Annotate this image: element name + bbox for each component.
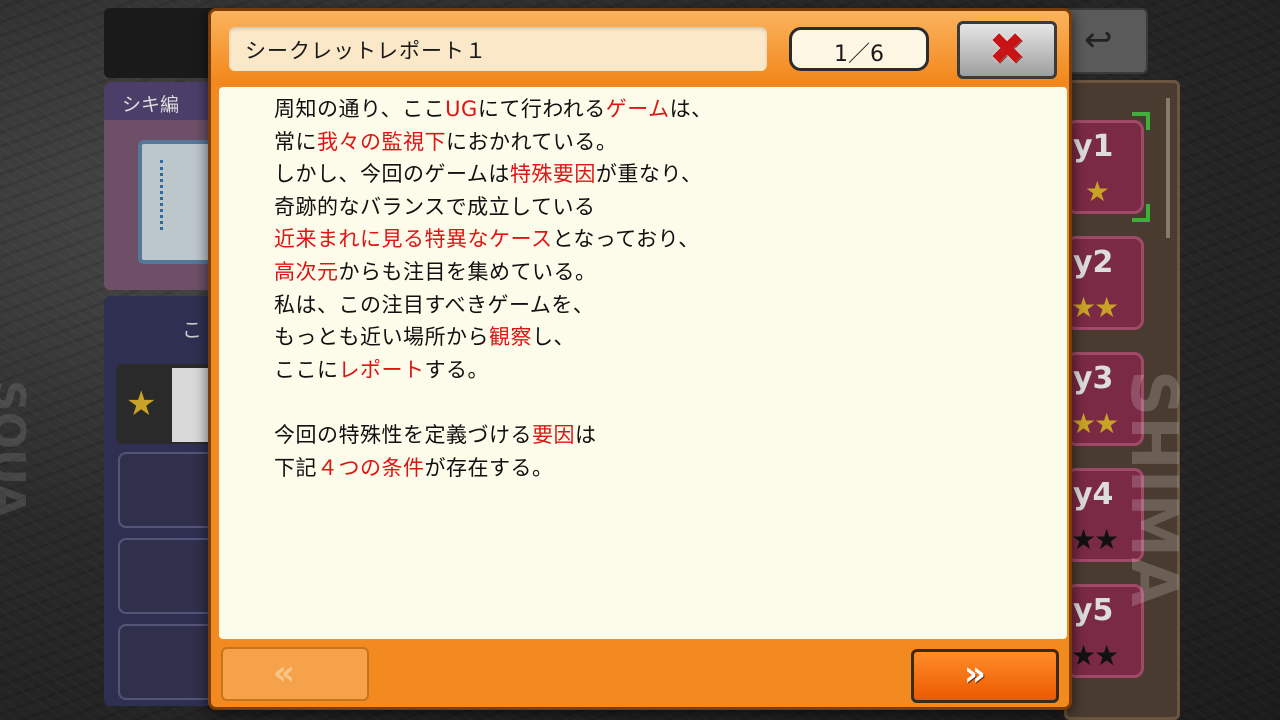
left-list-button[interactable] bbox=[118, 452, 214, 528]
chapter-card-dots bbox=[160, 160, 203, 230]
day-list-scrollbar[interactable] bbox=[1166, 98, 1170, 238]
dialog-title: シークレットレポート１ bbox=[245, 39, 487, 63]
report-text: が存在する。 bbox=[424, 455, 554, 480]
selection-corner bbox=[1132, 112, 1150, 130]
report-text: ここに bbox=[274, 357, 339, 382]
day-item-1[interactable]: y1 ★ bbox=[1066, 120, 1144, 214]
report-text: する。 bbox=[424, 357, 489, 382]
report-line: 近来まれに見る特異なケースとなっており、 bbox=[274, 223, 700, 253]
day-label: y2 bbox=[1073, 245, 1114, 280]
report-text: 下記 bbox=[274, 455, 317, 480]
highlight-text: 要因 bbox=[532, 423, 575, 447]
left-panel-label: こ bbox=[182, 318, 202, 342]
double-chevron-right-icon: » bbox=[964, 654, 986, 694]
report-text: におかれている。 bbox=[446, 129, 618, 154]
report-line: 高次元からも注目を集めている。 bbox=[274, 256, 597, 286]
star-icon: ★★ bbox=[1071, 291, 1119, 324]
highlight-text: レポート bbox=[338, 357, 425, 382]
report-text: は bbox=[575, 423, 597, 447]
day-label: y5 bbox=[1073, 593, 1114, 628]
highlight-text: UG bbox=[445, 97, 478, 121]
game-logo: ƐЛ bbox=[104, 8, 281, 78]
report-text: もっとも近い場所から bbox=[274, 325, 489, 350]
highlight-text: 近来まれに見る特異なケース bbox=[274, 227, 553, 252]
report-line: ここにレポートする。 bbox=[274, 354, 489, 384]
selection-corner bbox=[1132, 204, 1150, 222]
prev-page-button[interactable]: « bbox=[221, 647, 369, 701]
report-text: にて行われる bbox=[477, 97, 606, 121]
report-line: もっとも近い場所から観察し、 bbox=[274, 321, 575, 351]
day-label: y4 bbox=[1073, 477, 1114, 512]
left-list-button[interactable] bbox=[118, 538, 214, 614]
close-button[interactable]: ✖ bbox=[957, 21, 1057, 79]
day-label: y1 bbox=[1073, 129, 1114, 164]
page-indicator-text: 1／6 bbox=[834, 42, 884, 67]
secret-report-dialog: シークレットレポート１ 1／6 ✖ 周知の通り、ここUGにて行われるゲームは、常… bbox=[208, 8, 1072, 710]
star-icon: ★★ bbox=[1071, 523, 1119, 556]
day-label: y3 bbox=[1073, 361, 1114, 396]
report-text: し、 bbox=[532, 325, 575, 350]
highlight-text: ４つの条件 bbox=[317, 455, 425, 480]
background-watermark: SHIMA bbox=[1116, 370, 1190, 607]
report-line: 常に我々の監視下におかれている。 bbox=[274, 126, 617, 156]
highlight-text: 特殊要因 bbox=[509, 162, 596, 187]
report-text: が重なり、 bbox=[595, 162, 703, 187]
report-text: からも注目を集めている。 bbox=[338, 260, 597, 284]
next-page-button[interactable]: » bbox=[911, 649, 1059, 703]
chapter-tab[interactable]: シキ編 bbox=[104, 82, 214, 120]
report-text: は、 bbox=[669, 97, 713, 121]
report-text: 周知の通り、ここ bbox=[274, 97, 446, 121]
report-line: 奇跡的なバランスで成立している bbox=[274, 191, 595, 221]
report-line: 私は、この注目すべきゲームを、 bbox=[274, 289, 594, 319]
back-arrow-icon: ↩ bbox=[1084, 20, 1113, 60]
highlight-text: ゲーム bbox=[605, 97, 670, 121]
double-chevron-left-icon: « bbox=[273, 653, 295, 693]
close-x-icon: ✖ bbox=[988, 24, 1026, 75]
highlight-text: 我々の監視下 bbox=[317, 129, 446, 154]
background-watermark: SQUA bbox=[0, 380, 34, 518]
dialog-title-box: シークレットレポート１ bbox=[229, 27, 767, 71]
report-line: 周知の通り、ここUGにて行われるゲームは、 bbox=[274, 93, 713, 123]
report-line: しかし、今回のゲームは特殊要因が重なり、 bbox=[274, 158, 703, 188]
report-text: 今回の特殊性を定義づける bbox=[274, 423, 532, 447]
page-indicator: 1／6 bbox=[789, 27, 929, 71]
report-line: 下記４つの条件が存在する。 bbox=[274, 452, 554, 482]
highlight-text: 観察 bbox=[489, 325, 532, 350]
left-list-button[interactable] bbox=[118, 624, 214, 700]
report-text: となっており、 bbox=[552, 227, 700, 252]
report-text: 奇跡的なバランスで成立している bbox=[274, 194, 596, 219]
report-text: 常に bbox=[274, 129, 317, 154]
star-icon: ★★ bbox=[1071, 639, 1119, 672]
star-icon: ★ bbox=[126, 384, 157, 424]
star-icon: ★★ bbox=[1071, 407, 1119, 440]
report-line: 今回の特殊性を定義づける要因は bbox=[274, 419, 597, 449]
highlight-text: 高次元 bbox=[274, 260, 339, 284]
report-text: 私は、この注目すべきゲームを、 bbox=[274, 292, 595, 317]
star-icon: ★ bbox=[1071, 175, 1110, 208]
report-content: 周知の通り、ここUGにて行われるゲームは、 常に我々の監視下におかれている。 しかし… bbox=[219, 87, 1067, 639]
day-item-2[interactable]: y2 ★★ bbox=[1066, 236, 1144, 330]
report-text: しかし、今回のゲームは bbox=[274, 162, 510, 187]
